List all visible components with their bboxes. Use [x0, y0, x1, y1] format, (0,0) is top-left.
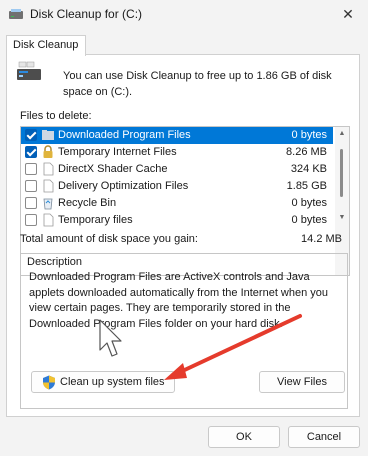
scroll-thumb[interactable] [340, 149, 343, 197]
recycle-bin-icon [43, 198, 53, 210]
tab-panel: You can use Disk Cleanup to free up to 1… [6, 54, 360, 417]
file-category-size: 324 KB [290, 163, 327, 175]
checkbox[interactable] [25, 163, 37, 175]
file-icon [43, 179, 54, 193]
checkbox[interactable] [25, 129, 37, 141]
intro-text: You can use Disk Cleanup to free up to 1… [63, 70, 332, 98]
close-icon: ✕ [342, 6, 354, 22]
file-category-size: 8.26 MB [286, 146, 327, 158]
disk-cleanup-icon [9, 9, 23, 19]
file-category-name: Temporary files [58, 214, 133, 226]
list-item[interactable]: Recycle Bin 0 bytes [21, 195, 333, 212]
files-to-delete-label: Files to delete: [20, 110, 92, 122]
file-category-name: Downloaded Program Files [58, 129, 191, 141]
uac-shield-icon [43, 375, 55, 390]
list-item[interactable]: DirectX Shader Cache 324 KB [21, 161, 333, 178]
tab-disk-cleanup[interactable]: Disk Cleanup [6, 35, 86, 56]
file-icon [43, 162, 54, 176]
cancel-button[interactable]: Cancel [288, 426, 360, 448]
folder-icon [42, 130, 54, 140]
file-category-name: Temporary Internet Files [58, 146, 177, 158]
clean-up-system-files-label: Clean up system files [60, 376, 165, 388]
list-item[interactable]: Delivery Optimization Files 1.85 GB [21, 178, 333, 195]
total-gain-value: 14.2 MB [301, 233, 342, 245]
checkbox[interactable] [25, 146, 37, 158]
checkbox[interactable] [25, 214, 37, 226]
scroll-down-icon[interactable]: ▼ [338, 214, 346, 222]
title-bar: Disk Cleanup for (C:) ✕ [0, 0, 368, 30]
file-category-size: 0 bytes [291, 197, 327, 209]
file-category-size: 0 bytes [291, 214, 327, 226]
total-gain-label: Total amount of disk space you gain: [20, 233, 198, 245]
view-files-button[interactable]: View Files [259, 371, 345, 393]
list-item[interactable]: Temporary files 0 bytes [21, 212, 333, 229]
window-title: Disk Cleanup for (C:) [30, 7, 143, 21]
description-title: Description [27, 256, 83, 268]
checkbox[interactable] [25, 197, 37, 209]
scroll-up-icon[interactable]: ▲ [338, 130, 346, 138]
file-icon [43, 213, 54, 227]
checkbox[interactable] [25, 180, 37, 192]
description-text: Downloaded Program Files are ActiveX con… [29, 271, 329, 330]
tab-label: Disk Cleanup [13, 39, 79, 51]
list-item[interactable]: Temporary Internet Files 8.26 MB [21, 144, 333, 161]
file-category-size: 1.85 GB [286, 180, 327, 192]
lock-icon [43, 145, 53, 158]
file-category-name: DirectX Shader Cache [58, 163, 168, 175]
file-category-name: Delivery Optimization Files [58, 180, 189, 192]
clean-up-system-files-button[interactable]: Clean up system files [31, 371, 175, 393]
close-button[interactable]: ✕ [328, 0, 368, 30]
drive-icon [17, 61, 41, 80]
ok-button[interactable]: OK [208, 426, 280, 448]
list-item[interactable]: Downloaded Program Files 0 bytes [21, 127, 333, 144]
file-category-size: 0 bytes [291, 129, 327, 141]
file-category-name: Recycle Bin [58, 197, 117, 209]
